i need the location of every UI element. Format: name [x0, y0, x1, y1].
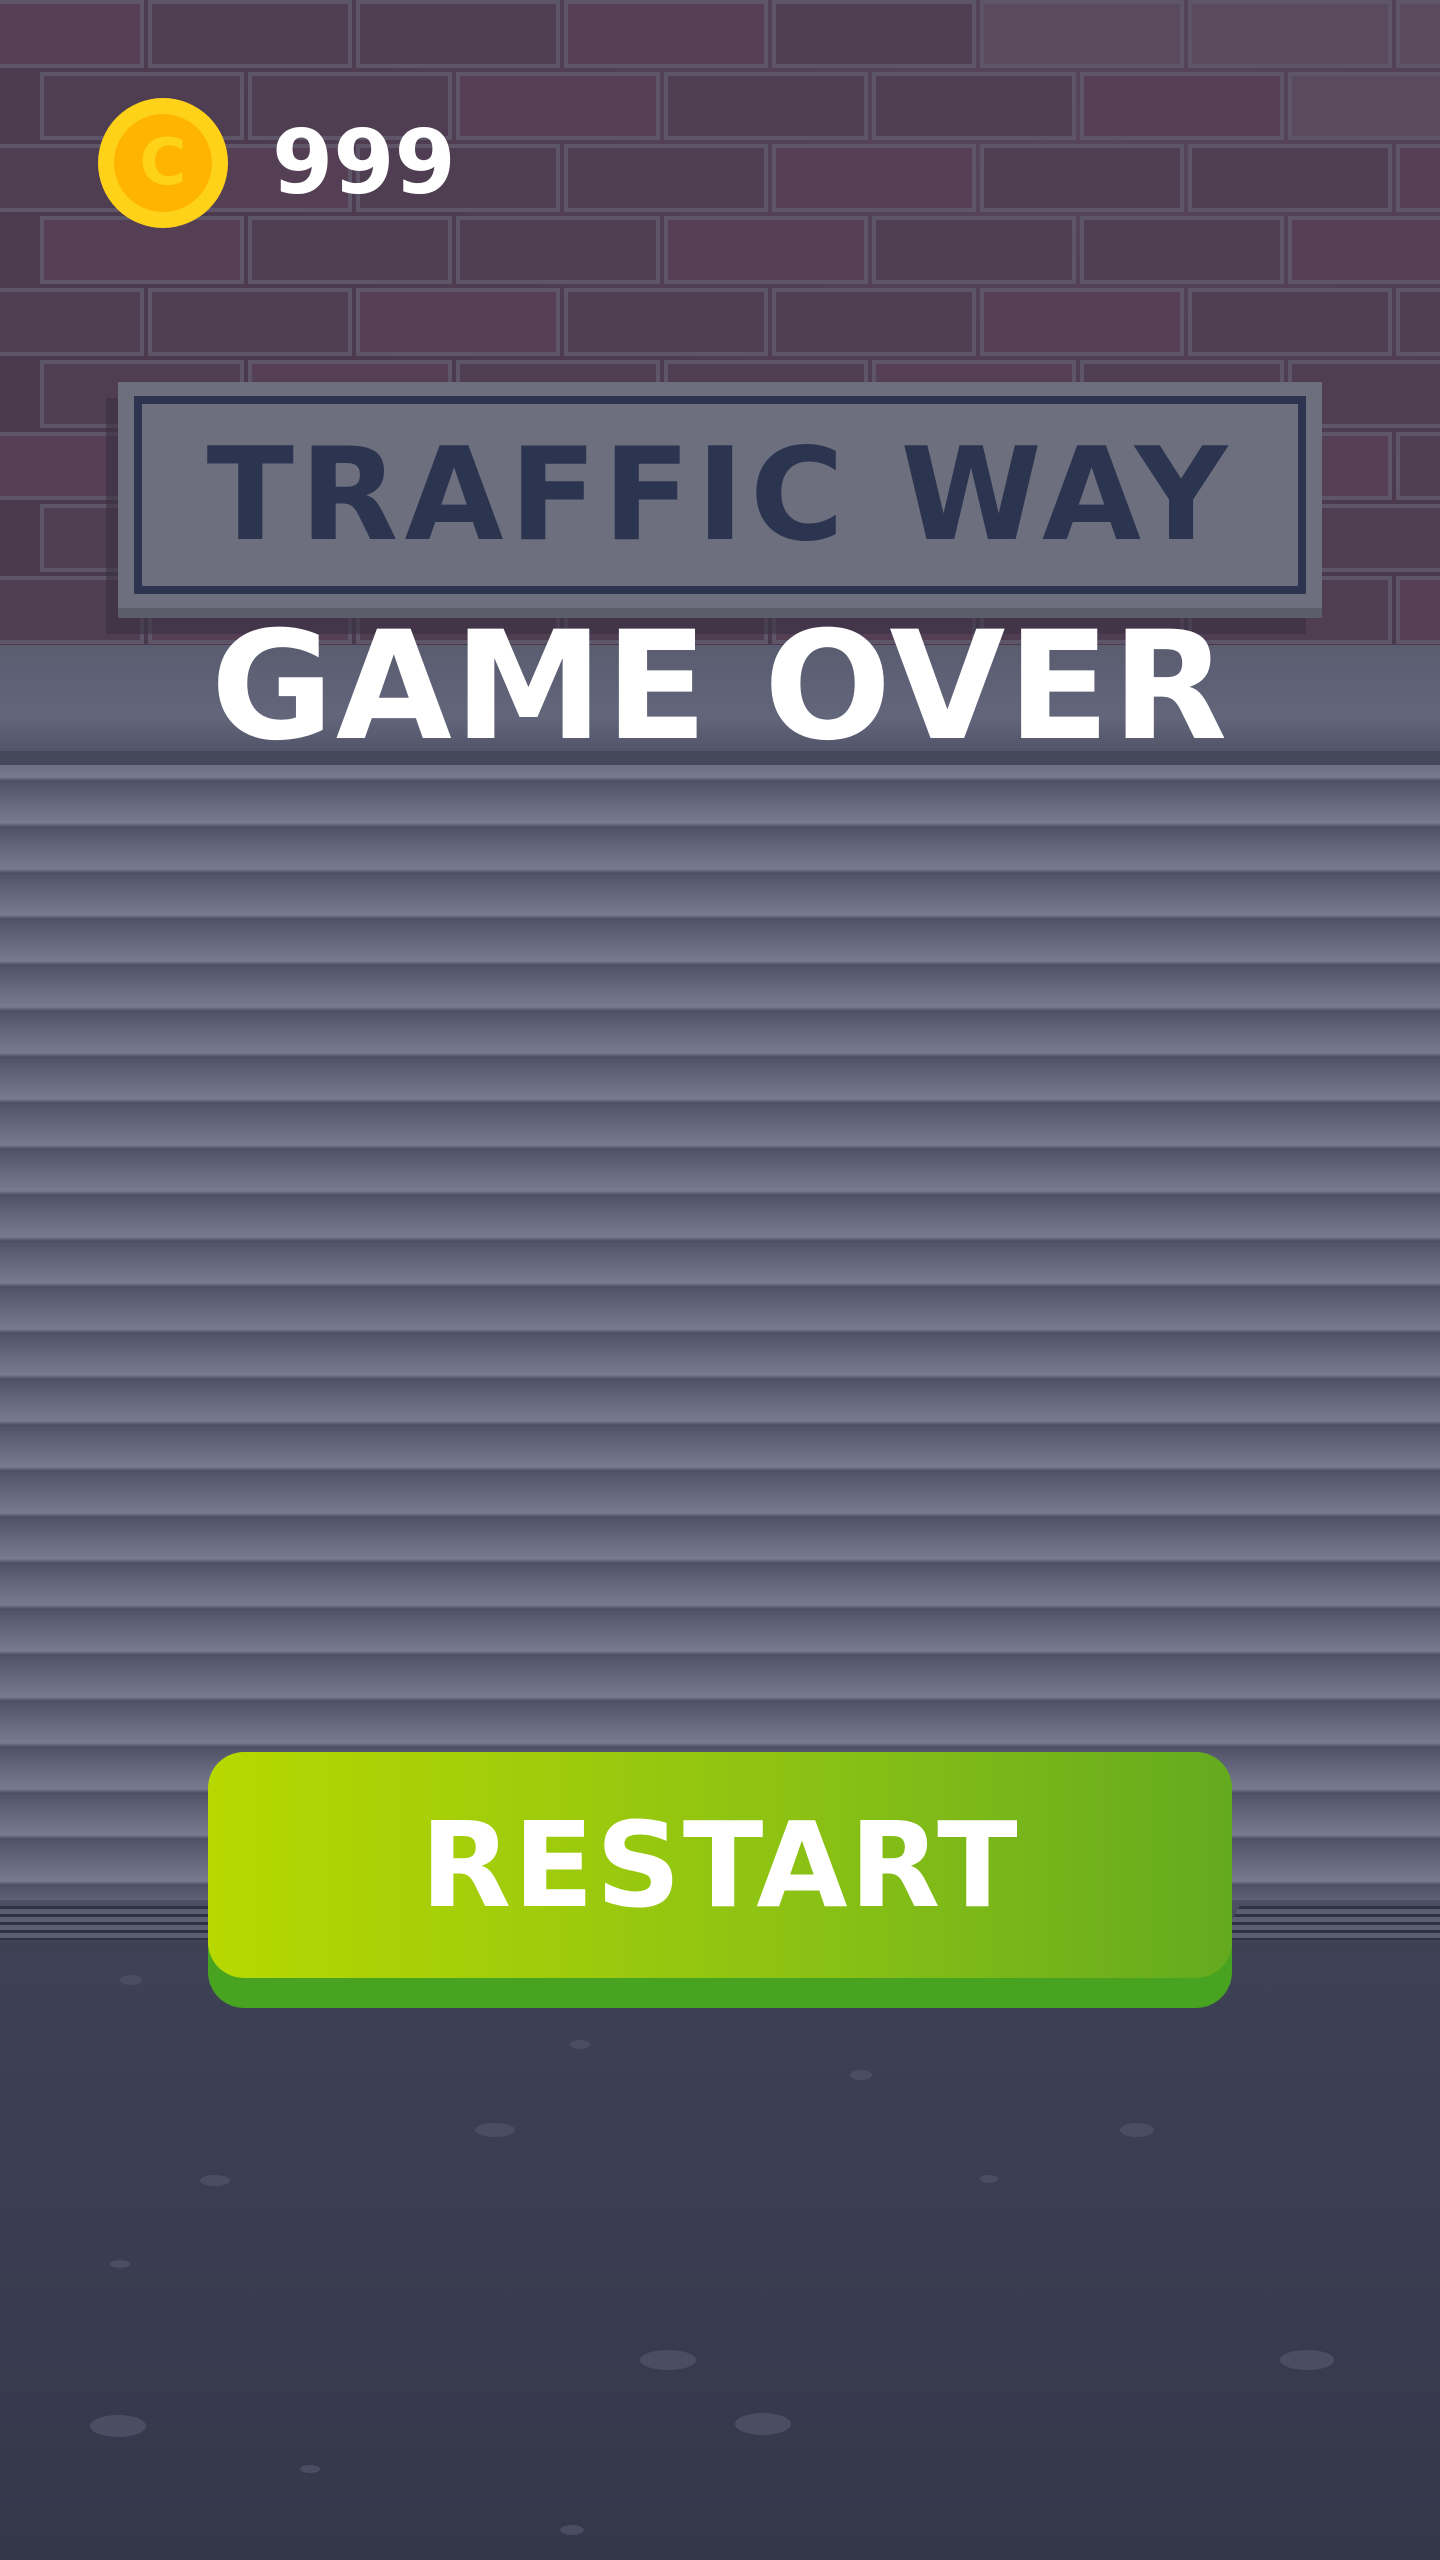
- coin-count: 999: [272, 111, 456, 214]
- brick-row: [0, 288, 1440, 360]
- pebble: [475, 2123, 515, 2137]
- pebble: [735, 2413, 791, 2435]
- pebble: [200, 2175, 230, 2186]
- pebble: [850, 2070, 872, 2080]
- brick-row: [0, 0, 1440, 72]
- pebble: [560, 2525, 584, 2535]
- pebble: [1280, 2350, 1334, 2370]
- restart-button-label: RESTART: [420, 1796, 1020, 1934]
- pebble: [570, 2040, 590, 2049]
- coin-counter: C 999: [98, 98, 456, 228]
- pebble: [640, 2350, 696, 2370]
- pebble: [110, 2260, 130, 2268]
- pebble: [300, 2465, 320, 2473]
- restart-button[interactable]: RESTART: [208, 1752, 1232, 1978]
- rolling-shutter: [0, 645, 1440, 1915]
- game-screen: C 999 TRAFFIC WAY GAME OVER RESTART: [0, 0, 1440, 2560]
- sign-logo-text: TRAFFIC WAY: [206, 420, 1234, 570]
- coin-icon: C: [98, 98, 228, 228]
- pebble: [120, 1975, 142, 1985]
- pebble: [90, 2415, 146, 2437]
- pebble: [1120, 2123, 1154, 2137]
- game-over-title: GAME OVER: [210, 600, 1230, 774]
- street-ground: [0, 1945, 1440, 2560]
- pebble: [980, 2175, 998, 2183]
- shop-sign: TRAFFIC WAY: [118, 382, 1322, 618]
